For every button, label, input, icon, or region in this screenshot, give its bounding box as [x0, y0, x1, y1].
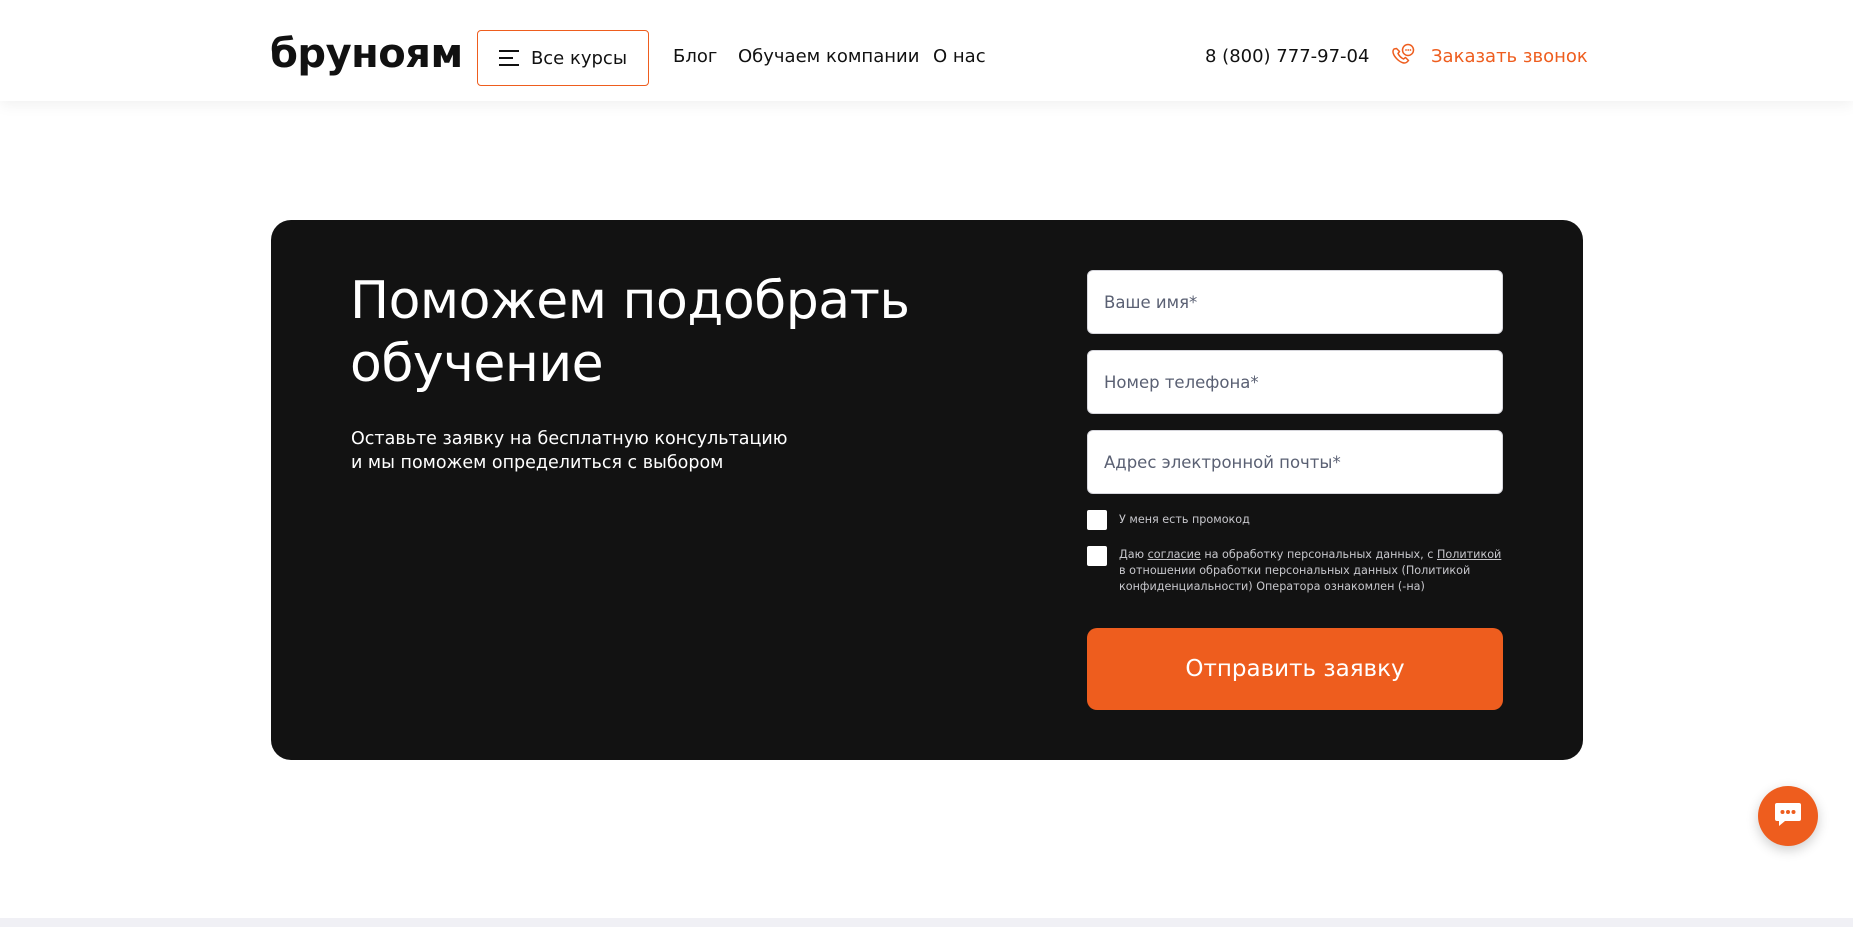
submit-button[interactable]: Отправить заявку — [1087, 628, 1503, 710]
consent-link[interactable]: согласие — [1148, 548, 1201, 561]
form-heading-line1: Поможем подобрать — [350, 271, 910, 331]
consultation-form-card: Поможем подобрать обучение Оставьте заяв… — [271, 220, 1583, 760]
phone-chat-icon[interactable] — [1389, 43, 1415, 69]
consent-text-pre: Даю — [1119, 548, 1148, 561]
promo-label: У меня есть промокод — [1119, 513, 1250, 526]
form-heading-line2: обучение — [350, 334, 604, 394]
consent-label: Даю согласие на обработку персональных д… — [1119, 547, 1509, 595]
site-header: бруноям Все курсы Блог Обучаем компании … — [0, 0, 1853, 101]
chat-bubble-icon — [1773, 800, 1803, 832]
policy-link[interactable]: Политикой — [1437, 548, 1501, 561]
consent-text-post: в отношении обработки персональных данны… — [1119, 564, 1471, 593]
footer-edge — [0, 918, 1853, 927]
form-heading: Поможем подобрать обучение — [350, 270, 950, 396]
form-subtext-line2: и мы поможем определиться с выбором — [351, 453, 724, 473]
email-input[interactable] — [1087, 430, 1503, 494]
order-callback-link[interactable]: Заказать звонок — [1431, 46, 1588, 67]
form-subtext: Оставьте заявку на бесплатную консультац… — [351, 427, 811, 475]
phone-number-link[interactable]: 8 (800) 777-97-04 — [1205, 46, 1369, 67]
phone-input[interactable] — [1087, 350, 1503, 414]
all-courses-button[interactable]: Все курсы — [477, 30, 649, 86]
logo[interactable]: бруноям — [270, 28, 463, 80]
name-input[interactable] — [1087, 270, 1503, 334]
nav-link-blog[interactable]: Блог — [673, 46, 717, 67]
consent-text-mid: на обработку персональных данных, с — [1200, 548, 1437, 561]
chat-widget-button[interactable] — [1758, 786, 1818, 846]
consent-checkbox[interactable] — [1087, 546, 1107, 566]
nav-link-about[interactable]: О нас — [933, 46, 986, 67]
nav-link-companies[interactable]: Обучаем компании — [738, 46, 919, 67]
promo-checkbox[interactable] — [1087, 510, 1107, 530]
burger-menu-icon — [498, 50, 519, 66]
form-subtext-line1: Оставьте заявку на бесплатную консультац… — [351, 429, 788, 449]
all-courses-label: Все курсы — [530, 47, 628, 69]
